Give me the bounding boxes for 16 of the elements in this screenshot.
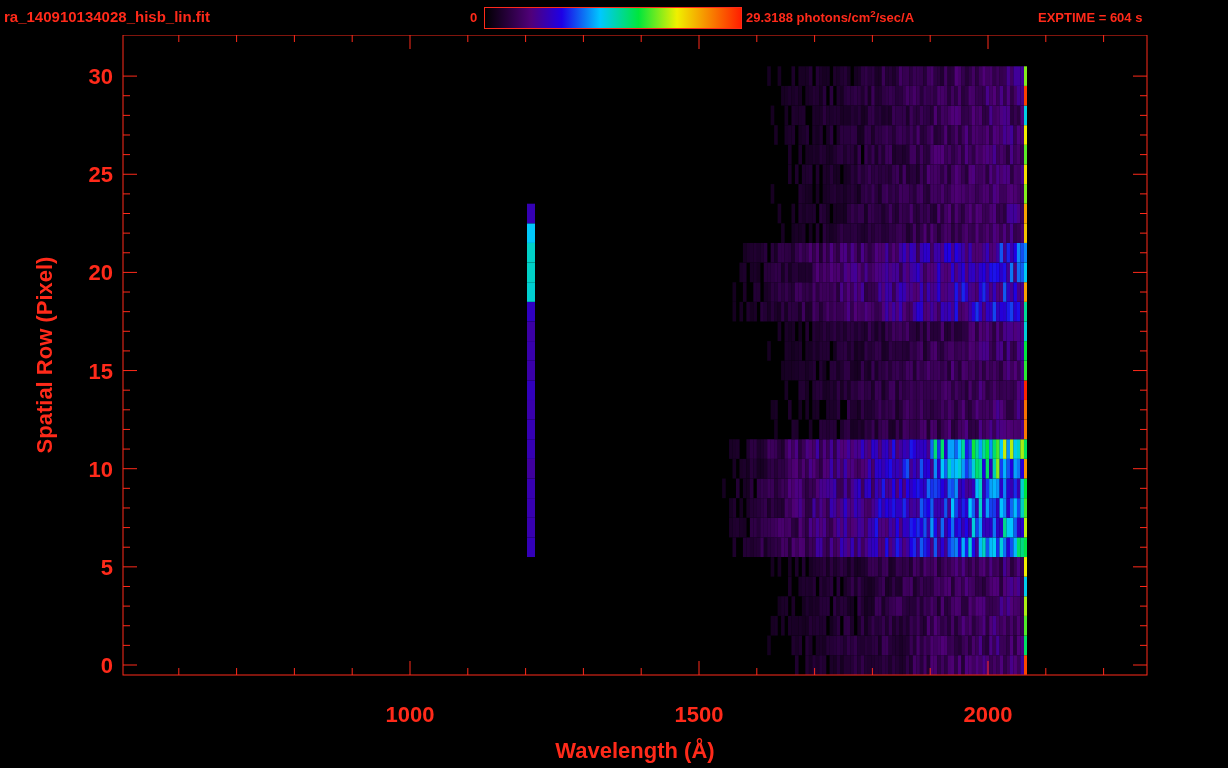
x-tick-label: 2000 <box>963 702 1013 727</box>
x-tick-label: 1000 <box>385 702 435 727</box>
y-axis-title: Spatial Row (Pixel) <box>32 256 57 454</box>
y-tick-label: 30 <box>88 64 113 90</box>
colorbar-max-label: 29.3188 photons/cm$^{2}$/sec/A <box>745 7 916 27</box>
exposure-label: EXPTIME = 604 s <box>1038 8 1143 27</box>
x-tick-label: 1500 <box>674 702 724 727</box>
colorbar-min-label: 0 <box>470 8 479 27</box>
y-tick-label: 0 <box>100 653 113 678</box>
y-tick-label: 5 <box>100 554 113 580</box>
x-axis-title: Wavelength (Å) <box>555 738 715 763</box>
file-title: ra_140910134028_hisb_lin.fit <box>4 7 211 28</box>
y-tick-label: 25 <box>88 162 113 188</box>
y-tick-label: 10 <box>88 456 113 482</box>
y-tick-label: 20 <box>88 260 113 286</box>
y-tick-label: 15 <box>88 358 113 384</box>
